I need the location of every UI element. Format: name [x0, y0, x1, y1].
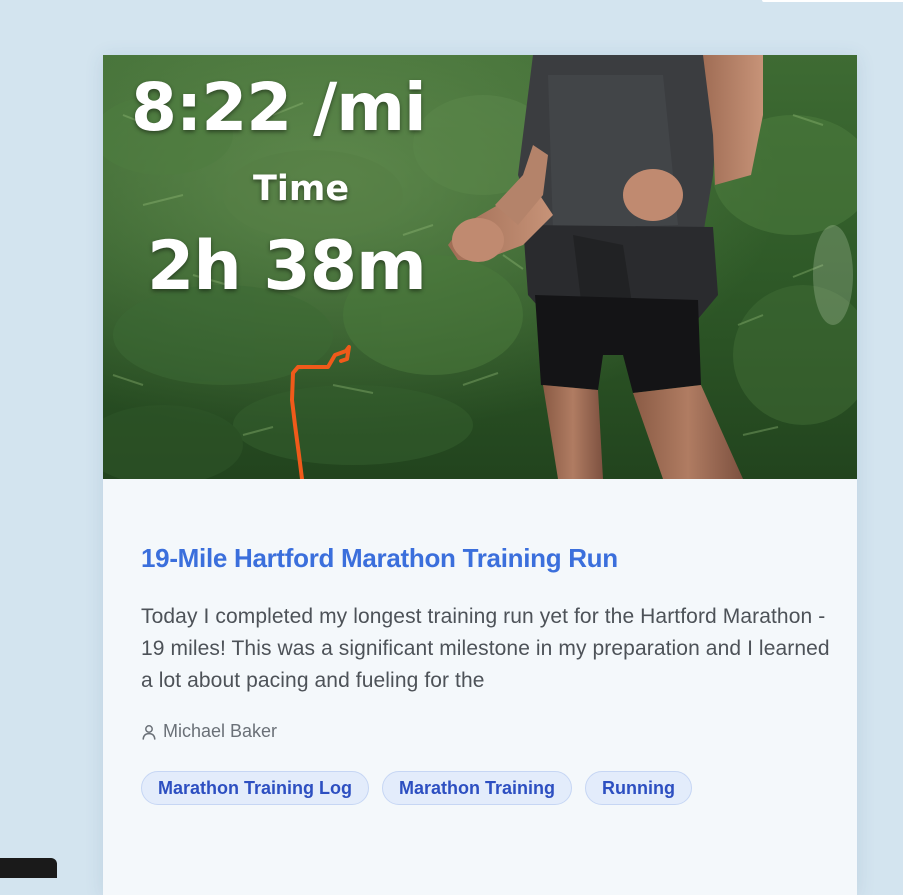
user-icon [142, 724, 156, 740]
time-value-overlay: 2h 38m [147, 227, 427, 306]
hero-image[interactable]: 8:22 /mi Time 2h 38m [103, 55, 857, 479]
top-edge-decoration [762, 0, 903, 2]
corner-overlay-tab[interactable] [0, 858, 57, 878]
post-title[interactable]: 19-Mile Hartford Marathon Training Run [141, 543, 618, 574]
pace-overlay: 8:22 /mi [131, 69, 427, 146]
post-excerpt: Today I completed my longest training ru… [141, 605, 830, 692]
post-author: Michael Baker [141, 721, 277, 742]
tag-list: Marathon Training Log Marathon Training … [141, 771, 692, 805]
author-name: Michael Baker [163, 721, 278, 741]
post-card[interactable]: 8:22 /mi Time 2h 38m 19-Mile Hartford Ma… [103, 55, 857, 895]
tag-marathon-training-log[interactable]: Marathon Training Log [141, 771, 369, 805]
tag-marathon-training[interactable]: Marathon Training [382, 771, 573, 805]
time-label-overlay: Time [253, 169, 350, 209]
tag-running[interactable]: Running [585, 771, 692, 805]
